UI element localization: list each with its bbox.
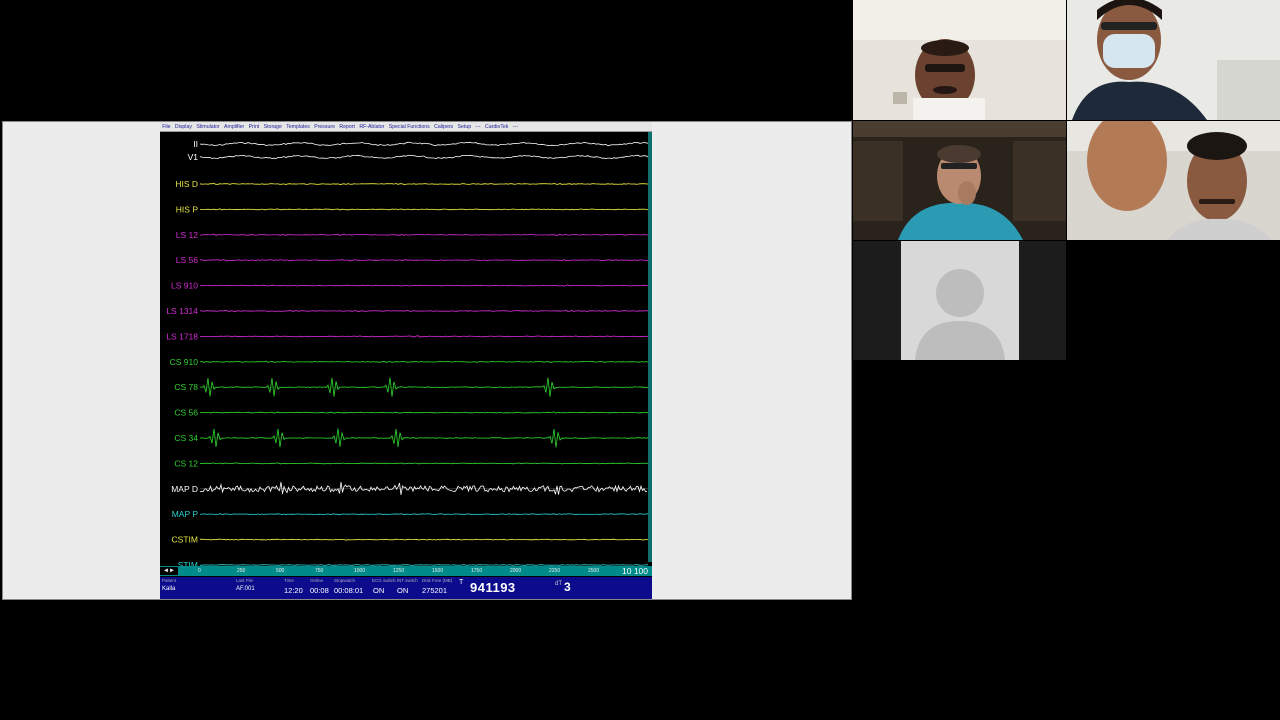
channel-label: LS 56 bbox=[176, 255, 198, 265]
channel-label: LS 1314 bbox=[166, 306, 198, 316]
channel-trace bbox=[199, 513, 649, 516]
menu-item[interactable]: RF-Ablator bbox=[357, 122, 386, 131]
channel-trace bbox=[199, 182, 649, 186]
channel-label: HIS P bbox=[176, 204, 199, 214]
menu-item[interactable]: Setup bbox=[455, 122, 473, 131]
participant-2-image bbox=[1067, 0, 1280, 120]
channel-label: LS 1718 bbox=[166, 331, 198, 341]
time-tick: 0 bbox=[198, 568, 201, 574]
dt-value: 3 bbox=[564, 580, 571, 594]
participant-video-1[interactable] bbox=[853, 0, 1066, 120]
time-tick: 1000 bbox=[354, 568, 366, 574]
channel-label: II bbox=[193, 139, 198, 149]
stopwatch-value: 00:08:01 bbox=[334, 586, 364, 595]
menu-item[interactable]: Display bbox=[173, 122, 194, 131]
participant-video-5[interactable] bbox=[853, 241, 1066, 360]
patient-label: Patient bbox=[162, 578, 177, 583]
menu-item[interactable]: Pressure bbox=[312, 122, 337, 131]
menu-item[interactable]: --- bbox=[473, 122, 483, 131]
channel-label: HIS D bbox=[175, 179, 198, 189]
online-value: 00:08 bbox=[310, 586, 329, 595]
channel-trace bbox=[199, 462, 649, 465]
scroll-nav-arrows[interactable]: ◄► bbox=[160, 567, 178, 575]
stopwatch-label: Stopwatch bbox=[334, 578, 356, 583]
vertical-scrollbar[interactable] bbox=[648, 132, 652, 562]
status-bar: Patient Kalla Last File AF.001 Time 12:2… bbox=[160, 577, 652, 599]
channel-label: CS 12 bbox=[174, 458, 198, 468]
diskfree-value: 275201 bbox=[422, 586, 448, 595]
t-marker: T bbox=[459, 579, 464, 586]
lastfile-value: AF.001 bbox=[236, 586, 255, 592]
time-label: Time bbox=[284, 578, 294, 583]
trace-display: II V1 HIS D HIS P LS 12 LS 56 LS 910 LS 1314 LS … bbox=[160, 132, 652, 575]
int-switch-value: ON bbox=[397, 586, 409, 595]
shared-screen: File Display Stimulator Amplifier Print Stora… bbox=[2, 121, 852, 600]
participant-video-3[interactable] bbox=[853, 121, 1066, 240]
time-tick: 2000 bbox=[510, 568, 522, 574]
diskfree-label: Disk Free (MB) bbox=[422, 578, 453, 583]
participant-4-image bbox=[1067, 121, 1280, 240]
participant-3-image bbox=[853, 121, 1066, 240]
channel-label: LS 12 bbox=[176, 230, 198, 240]
dt-label: dT bbox=[555, 581, 563, 587]
channel-label: CS 56 bbox=[174, 408, 198, 418]
menu-bar: File Display Stimulator Amplifier Print Stora… bbox=[160, 122, 652, 132]
channel-trace bbox=[199, 141, 649, 147]
menu-item[interactable]: Print bbox=[246, 122, 261, 131]
time-tick: 250 bbox=[237, 568, 246, 574]
menu-item[interactable]: --- bbox=[511, 122, 521, 131]
lastfile-label: Last File bbox=[236, 578, 254, 583]
ecg-switch-value: ON bbox=[373, 586, 385, 595]
ecg-traces: II V1 HIS D HIS P LS 12 LS 56 LS 910 LS 1314 LS … bbox=[166, 139, 649, 570]
participant-video-4[interactable] bbox=[1067, 121, 1280, 240]
channel-trace bbox=[199, 335, 649, 338]
channel-trace bbox=[199, 360, 649, 364]
menu-item[interactable]: Stimulator bbox=[194, 122, 222, 131]
participant-1-image bbox=[853, 0, 1066, 120]
channel-label: CS 910 bbox=[170, 357, 199, 367]
channel-trace bbox=[199, 233, 649, 236]
channel-label: CSTIM bbox=[172, 535, 198, 545]
channel-label: V1 bbox=[188, 152, 199, 162]
time-value: 12:20 bbox=[284, 586, 303, 595]
time-tick: 1250 bbox=[393, 568, 405, 574]
channel-label: CS 78 bbox=[174, 382, 198, 392]
participant-video-2[interactable] bbox=[1067, 0, 1280, 120]
avatar-placeholder bbox=[901, 241, 1019, 360]
channel-trace bbox=[199, 428, 649, 448]
sample-counter: 941193 bbox=[470, 580, 516, 595]
online-label: Online bbox=[310, 578, 324, 583]
menu-item[interactable]: Calipers bbox=[432, 122, 455, 131]
menu-item[interactable]: Storage bbox=[261, 122, 284, 131]
channel-label: CS 34 bbox=[174, 433, 198, 443]
cardiolab-window: File Display Stimulator Amplifier Print Stora… bbox=[160, 122, 652, 599]
channel-trace bbox=[199, 411, 649, 414]
channel-label: MAP D bbox=[171, 484, 198, 494]
channel-trace bbox=[199, 481, 648, 495]
channel-label: LS 910 bbox=[171, 281, 198, 291]
time-tick: 500 bbox=[276, 568, 285, 574]
time-tick: 2500 bbox=[588, 568, 600, 574]
time-tick: 750 bbox=[315, 568, 324, 574]
time-scale-bar: ◄► 10 100 0 250 500 750 1000 1250 1500 1750 2000… bbox=[160, 566, 652, 576]
menu-item[interactable]: Report bbox=[337, 122, 357, 131]
menu-item[interactable]: File bbox=[160, 122, 173, 131]
channel-trace bbox=[199, 538, 649, 541]
channel-trace bbox=[199, 154, 649, 160]
time-tick: 2250 bbox=[549, 568, 561, 574]
time-tick: 1500 bbox=[432, 568, 444, 574]
zoom-value[interactable]: 10 100 bbox=[622, 566, 648, 576]
menu-item[interactable]: Special Functions bbox=[387, 122, 432, 131]
patient-name: Kalla bbox=[162, 586, 176, 592]
channel-trace bbox=[199, 309, 649, 313]
channel-label: MAP P bbox=[172, 509, 199, 519]
menu-item[interactable]: CardioTek bbox=[483, 122, 511, 131]
time-tick: 1750 bbox=[471, 568, 483, 574]
ecg-switch-label: ECG switch INT switch bbox=[372, 578, 418, 583]
channel-trace bbox=[200, 208, 649, 211]
user-silhouette-icon bbox=[915, 269, 1005, 360]
menu-item[interactable]: Amplifier bbox=[222, 122, 247, 131]
menu-item[interactable]: Templates bbox=[284, 122, 312, 131]
channel-trace bbox=[199, 258, 649, 262]
